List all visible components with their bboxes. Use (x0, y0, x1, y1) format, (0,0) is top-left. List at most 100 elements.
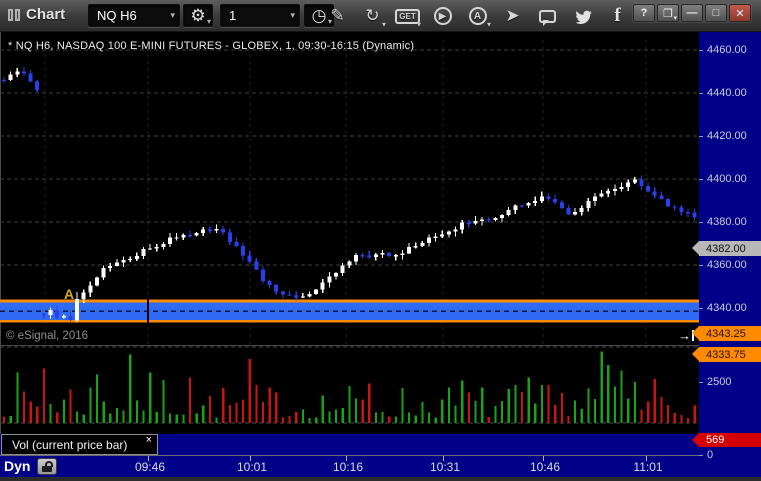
volume-bar (261, 402, 265, 423)
lock-button[interactable] (37, 458, 57, 475)
candle (672, 206, 677, 208)
volume-bar (155, 412, 158, 423)
volume-bar (115, 407, 119, 423)
interval-input[interactable]: 1 ▾ (220, 4, 300, 27)
candle (320, 282, 325, 290)
candle (168, 237, 172, 244)
volume-bar (507, 389, 510, 423)
volume-bar (255, 384, 258, 423)
dock-window-button[interactable]: ❐ ▾ (657, 4, 679, 22)
axis-tick (699, 308, 703, 309)
close-icon[interactable]: × (146, 434, 152, 446)
play-icon[interactable]: ▶ (425, 0, 460, 32)
alerts-icon[interactable]: A ▾ (460, 0, 495, 32)
chevron-down-icon: ▾ (170, 10, 175, 20)
candle (154, 247, 159, 249)
candle (201, 229, 206, 234)
candle (373, 254, 378, 257)
window-title-wrap: Chart (8, 6, 65, 23)
volume-bar (188, 377, 192, 423)
candle (2, 79, 6, 82)
volume-bar (275, 392, 278, 423)
volume-bar (414, 415, 417, 423)
volume-bar (235, 402, 238, 423)
candle (440, 234, 445, 237)
draw-pencil-icon[interactable]: ✎ (320, 0, 355, 32)
candle (241, 245, 246, 256)
chevron-down-icon: ▾ (290, 10, 295, 20)
dyn-mode-label: Dyn (4, 458, 31, 474)
symbol-value: NQ H6 (97, 8, 137, 23)
gear-icon: ⚙ (190, 5, 206, 25)
candle (566, 208, 571, 215)
candle (619, 186, 624, 190)
candle (260, 269, 265, 281)
volume-bar (593, 398, 597, 423)
volume-pane[interactable] (0, 346, 699, 434)
candle (446, 231, 451, 235)
get-data-icon[interactable]: GET ▾ (390, 0, 425, 32)
candle (453, 229, 458, 232)
close-button[interactable]: ✕ (729, 4, 751, 22)
volume-bar (142, 410, 145, 423)
price-chart-pane[interactable] (0, 32, 699, 345)
volume-bar (348, 386, 351, 423)
candle (134, 255, 139, 259)
candle (612, 189, 617, 192)
volume-bar (567, 416, 570, 423)
chart-symbol-label: * NQ H6, NASDAQ 100 E-MINI FUTURES - GLO… (8, 40, 415, 52)
current-volume-tag: 569 (692, 433, 761, 447)
toolbar: Chart NQ H6 ▾ ⚙ ▾ 1 ▾ ◷ ▾ ✎ ↻ ▾ GET ▾ ▶ A ▾ ➤ f ?… (0, 0, 761, 32)
last-price-tag: 4382.00 (692, 241, 761, 256)
volume-bar (288, 416, 291, 423)
x-axis-label: 09:46 (134, 460, 166, 474)
volume-bar (613, 386, 617, 423)
volume-bar (514, 385, 517, 423)
volume-study-tab[interactable]: Vol (current price bar) × (1, 434, 158, 455)
interval-value: 1 (229, 8, 237, 23)
twitter-icon[interactable] (565, 0, 600, 32)
volume-bar (434, 417, 437, 423)
axis-tick (699, 265, 703, 266)
symbol-settings-button[interactable]: ⚙ ▾ (183, 4, 213, 27)
volume-bar (9, 415, 12, 423)
volume-bar (22, 391, 26, 423)
candle (221, 229, 226, 233)
candle (287, 294, 292, 296)
x-axis-label: 10:01 (236, 460, 268, 474)
volume-bar (494, 405, 497, 423)
candle (519, 205, 524, 207)
volume-bar (587, 388, 590, 423)
price-axis[interactable]: 4382.00 4343.25 4333.75 2500 569 0 4460.… (692, 32, 761, 477)
volume-bar (368, 383, 371, 423)
volume-bar (647, 401, 650, 423)
symbol-input[interactable]: NQ H6 ▾ (88, 4, 180, 27)
candle (234, 241, 239, 246)
volume-tab-label: Vol (current price bar) (12, 437, 128, 452)
minimize-button[interactable]: — (681, 4, 703, 22)
candle (506, 209, 511, 215)
candle (559, 202, 564, 209)
help-button[interactable]: ? (633, 4, 655, 22)
candle (194, 233, 199, 236)
candle (480, 219, 485, 221)
candle (280, 291, 285, 295)
candle (294, 295, 299, 298)
volume-bar (374, 412, 378, 423)
send-icon[interactable]: ➤ (495, 0, 530, 32)
maximize-button[interactable]: □ (705, 4, 727, 22)
x-axis-label: 11:01 (633, 460, 663, 474)
candle (274, 284, 279, 292)
y-axis-label: 4340.00 (707, 301, 747, 314)
time-axis[interactable]: Dyn 09:46 10:01 10:16 10:31 10:46 11:01 (0, 455, 699, 477)
volume-bar (335, 409, 338, 423)
volume-scale-min: 0 (707, 449, 714, 461)
chat-bubble-icon[interactable] (530, 0, 565, 32)
candle (592, 196, 597, 202)
candle (393, 255, 398, 257)
facebook-icon[interactable]: f (600, 0, 635, 32)
volume-bar (653, 378, 656, 423)
candle (207, 229, 212, 231)
refresh-icon[interactable]: ↻ ▾ (355, 0, 390, 32)
candle (466, 222, 471, 224)
